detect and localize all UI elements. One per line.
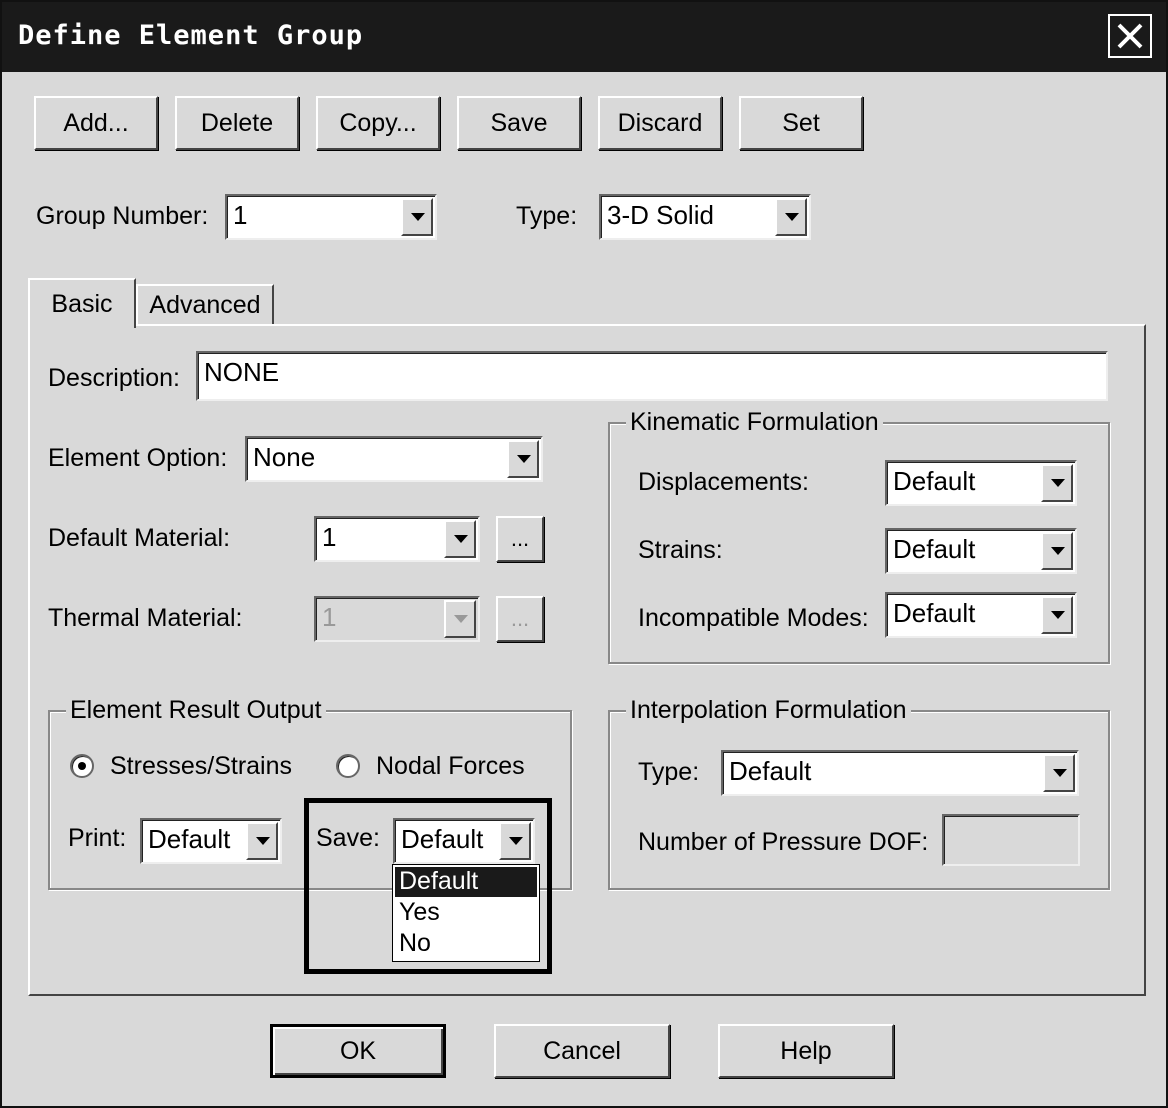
thermal-material-label: Thermal Material:	[48, 604, 243, 632]
incompatible-modes-value: Default	[893, 598, 976, 628]
discard-button[interactable]: Discard	[598, 96, 722, 150]
thermal-material-browse-button: ...	[496, 596, 544, 642]
type-value: 3-D Solid	[607, 200, 714, 230]
displacements-label: Displacements:	[638, 468, 809, 496]
save-button[interactable]: Save	[457, 96, 581, 150]
thermal-material-value: 1	[322, 602, 337, 632]
add-button[interactable]: Add...	[34, 96, 158, 150]
nodal-forces-radio[interactable]	[336, 754, 360, 778]
chevron-down-icon[interactable]	[775, 198, 807, 236]
radio-selected-icon	[78, 762, 86, 770]
chevron-down-icon[interactable]	[246, 822, 278, 860]
thermal-material-select: 1	[314, 596, 480, 642]
chevron-down-icon[interactable]	[1041, 532, 1073, 570]
chevron-down-icon	[444, 600, 476, 638]
element-option-label: Element Option:	[48, 444, 228, 472]
chevron-down-icon[interactable]	[1041, 596, 1073, 634]
description-input[interactable]: NONE	[196, 351, 1108, 401]
chevron-down-icon[interactable]	[401, 198, 433, 236]
copy-button[interactable]: Copy...	[316, 96, 440, 150]
help-button[interactable]: Help	[718, 1024, 894, 1078]
stresses-strains-radio[interactable]	[70, 754, 94, 778]
dialog-title: Define Element Group	[18, 20, 364, 51]
kinematic-formulation-legend: Kinematic Formulation	[626, 408, 883, 437]
element-option-value: None	[253, 442, 316, 472]
tab-basic[interactable]: Basic	[28, 278, 136, 328]
element-result-output-legend: Element Result Output	[66, 696, 326, 725]
type-select[interactable]: 3-D Solid	[599, 194, 811, 240]
close-button[interactable]	[1108, 14, 1152, 58]
group-number-value: 1	[233, 200, 248, 230]
interpolation-formulation-legend: Interpolation Formulation	[626, 696, 911, 725]
nodal-forces-label: Nodal Forces	[376, 752, 525, 780]
strains-value: Default	[893, 534, 976, 564]
close-icon	[1117, 23, 1143, 49]
chevron-down-icon[interactable]	[507, 440, 539, 478]
incompatible-modes-select[interactable]: Default	[885, 592, 1077, 638]
pressure-dof-input	[942, 814, 1080, 866]
displacements-value: Default	[893, 466, 976, 496]
print-label: Print:	[68, 824, 127, 852]
strains-label: Strains:	[638, 536, 723, 564]
displacements-select[interactable]: Default	[885, 460, 1077, 506]
element-option-select[interactable]: None	[245, 436, 543, 482]
incompatible-modes-label: Incompatible Modes:	[638, 604, 869, 632]
define-element-group-dialog: Define Element Group Add... Delete Copy.…	[0, 0, 1168, 1108]
annotation-highlight-box	[304, 798, 552, 974]
stresses-strains-label: Stresses/Strains	[110, 752, 293, 780]
strains-select[interactable]: Default	[885, 528, 1077, 574]
interpolation-type-label: Type:	[638, 758, 700, 786]
default-material-browse-button[interactable]: ...	[496, 516, 544, 562]
title-bar: Define Element Group	[2, 2, 1166, 72]
chevron-down-icon[interactable]	[1041, 464, 1073, 502]
delete-button[interactable]: Delete	[175, 96, 299, 150]
type-label: Type:	[516, 202, 578, 230]
interpolation-type-value: Default	[729, 756, 812, 786]
default-material-value: 1	[322, 522, 337, 552]
default-material-select[interactable]: 1	[314, 516, 480, 562]
group-number-select[interactable]: 1	[225, 194, 437, 240]
group-number-label: Group Number:	[36, 202, 209, 230]
chevron-down-icon[interactable]	[444, 520, 476, 558]
pressure-dof-label: Number of Pressure DOF:	[638, 828, 929, 856]
description-label: Description:	[48, 364, 180, 392]
ok-button[interactable]: OK	[270, 1024, 446, 1078]
cancel-button[interactable]: Cancel	[494, 1024, 670, 1078]
chevron-down-icon[interactable]	[1043, 754, 1075, 792]
default-material-label: Default Material:	[48, 524, 231, 552]
set-button[interactable]: Set	[739, 96, 863, 150]
tab-advanced[interactable]: Advanced	[136, 284, 274, 324]
print-value: Default	[148, 824, 231, 854]
print-select[interactable]: Default	[140, 818, 282, 864]
interpolation-type-select[interactable]: Default	[721, 750, 1079, 796]
